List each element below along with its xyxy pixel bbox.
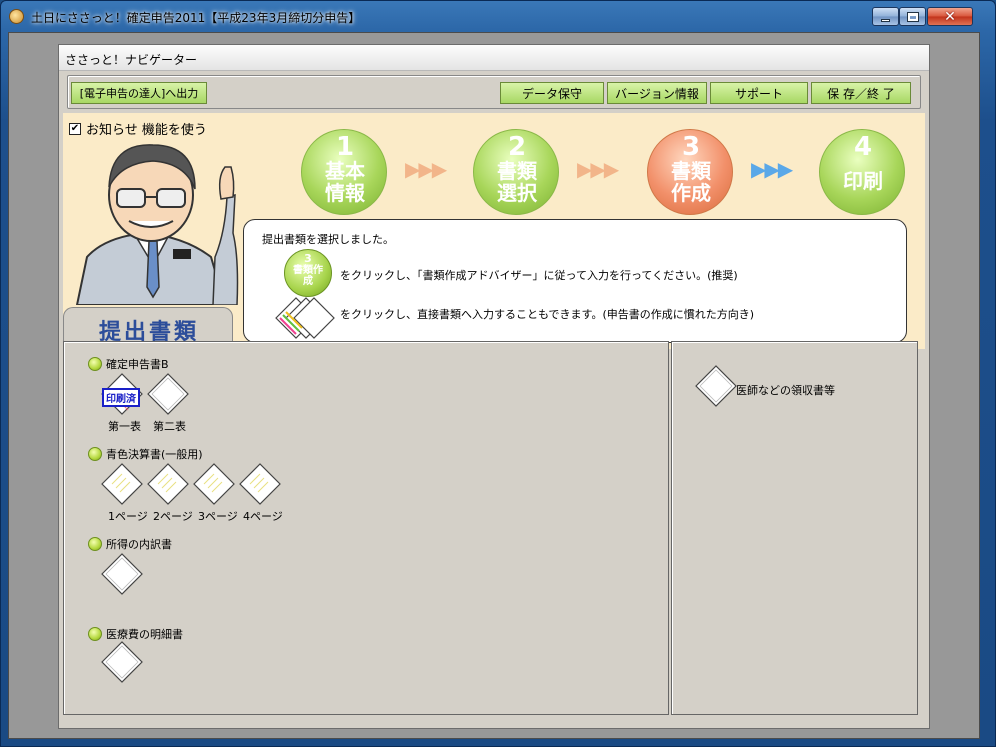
doc-blue-return-page2-icon[interactable] [146, 462, 190, 506]
doc-label: 第一表 [108, 420, 141, 433]
step-3-label: 書類作成 [671, 159, 711, 205]
export-e-filing-button[interactable]: [電子申告の達人]へ出力 [71, 82, 207, 104]
doc-label: 4ページ [243, 510, 283, 523]
advisor-balloon: 提出書類を選択しました。 3 書類作成 をクリックし、「書類作成アドバイザー」に… [243, 219, 907, 343]
doc-blue-return-page4-icon[interactable] [238, 462, 282, 506]
section-title: 所得の内訳書 [106, 538, 172, 551]
support-button[interactable]: サポート [710, 82, 808, 104]
documents-list-panel: 確定申告書B 印刷済 第一表 第二表 青色決算書(一般用) 1ページ 2ページ … [63, 341, 669, 715]
documents-tab[interactable]: 提出書類 [63, 307, 233, 345]
doc-label: 2ページ [153, 510, 193, 523]
balloon-direct-instruction: をクリックし、直接書類へ入力することもできます。(申告書の作成に慣れた方向き) [340, 308, 755, 321]
document-advisor-button[interactable]: 3 書類作成 [284, 249, 332, 297]
section-income-breakdown: 所得の内訳書 [88, 536, 172, 552]
doc-medical-receipts-icon[interactable] [694, 364, 738, 408]
doc-tax-return-page2-icon[interactable] [146, 372, 190, 416]
doc-medical-expenses-icon[interactable] [100, 640, 144, 684]
step-3-document-create[interactable]: 3 書類作成 [647, 129, 733, 215]
direct-input-documents-button[interactable] [274, 296, 336, 340]
doc-label: 3ページ [198, 510, 238, 523]
step-2-document-select[interactable]: 2 書類選択 [473, 129, 559, 215]
section-tax-return-b: 確定申告書B [88, 356, 169, 372]
window-title: 土日にささっと！確定申告2011【平成23年3月締切分申告】 [31, 11, 361, 25]
step-arrow-2-icon: ▶▶▶ [577, 157, 619, 181]
attachments-panel: 医師などの領収書等 [671, 341, 918, 715]
document-stack-icon [275, 297, 335, 339]
notify-checkbox-label: お知らせ 機能を使う [86, 123, 207, 138]
doc-label: 第二表 [153, 420, 186, 433]
section-bullet-icon [88, 447, 102, 461]
printed-stamp: 印刷済 [102, 388, 140, 407]
navigator-title: ささっと！ナビゲーター [65, 53, 198, 67]
close-button[interactable]: ✕ [927, 7, 973, 26]
step-arrow-1-icon: ▶▶▶ [405, 157, 447, 181]
doc-income-breakdown-icon[interactable] [100, 552, 144, 596]
balloon-message: 提出書類を選択しました。 [262, 233, 394, 246]
version-info-button[interactable]: バージョン情報 [607, 82, 707, 104]
navigator-caption: ささっと！ナビゲーター [59, 45, 929, 71]
minimize-icon [881, 19, 890, 22]
close-icon: ✕ [944, 8, 956, 25]
section-bullet-icon [88, 537, 102, 551]
section-blue-return: 青色決算書(一般用) [88, 446, 203, 462]
section-bullet-icon [88, 357, 102, 371]
step-2-label: 書類選択 [497, 159, 537, 205]
navigator-window: ささっと！ナビゲーター [電子申告の達人]へ出力 データ保守 バージョン情報 サ… [58, 44, 930, 729]
save-exit-button[interactable]: 保 存／終 了 [811, 82, 911, 104]
doc-blue-return-page3-icon[interactable] [192, 462, 236, 506]
title-bar[interactable]: 土日にささっと！確定申告2011【平成23年3月締切分申告】 ✕ [0, 0, 996, 32]
advisor-icon-number: 3 [304, 252, 312, 265]
app-icon [9, 9, 24, 24]
step-1-basic-info[interactable]: 1 基本情報 [301, 129, 387, 215]
section-title: 青色決算書(一般用) [106, 448, 203, 461]
step-3-number: 3 [681, 132, 701, 162]
step-2-number: 2 [507, 132, 527, 162]
balloon-advisor-instruction: をクリックし、「書類作成アドバイザー」に従って入力を行ってください。(推奨) [340, 269, 738, 282]
step-4-print[interactable]: 4 印刷 [819, 129, 905, 215]
maximize-button[interactable] [899, 7, 926, 26]
section-bullet-icon [88, 627, 102, 641]
step-1-label: 基本情報 [325, 159, 365, 205]
section-title: 確定申告書B [106, 358, 169, 371]
step-4-number: 4 [853, 132, 873, 162]
doc-blue-return-page1-icon[interactable] [100, 462, 144, 506]
advisor-character-illustration [75, 144, 239, 305]
medical-receipts-label: 医師などの領収書等 [736, 384, 835, 397]
step-arrow-3-icon: ▶▶▶ [751, 157, 793, 181]
step-4-label: 印刷 [843, 169, 883, 193]
doc-label: 1ページ [108, 510, 148, 523]
step-1-number: 1 [335, 132, 355, 162]
navigator-toolbar: [電子申告の達人]へ出力 データ保守 バージョン情報 サポート 保 存／終 了 [67, 75, 921, 109]
maximize-icon [906, 11, 919, 22]
advisor-icon-label: 書類作成 [293, 265, 323, 287]
data-maintenance-button[interactable]: データ保守 [500, 82, 604, 104]
minimize-button[interactable] [872, 7, 899, 26]
notify-checkbox[interactable]: ✔ [69, 122, 81, 135]
notify-checkbox-row[interactable]: ✔ お知らせ 機能を使う [69, 119, 207, 138]
